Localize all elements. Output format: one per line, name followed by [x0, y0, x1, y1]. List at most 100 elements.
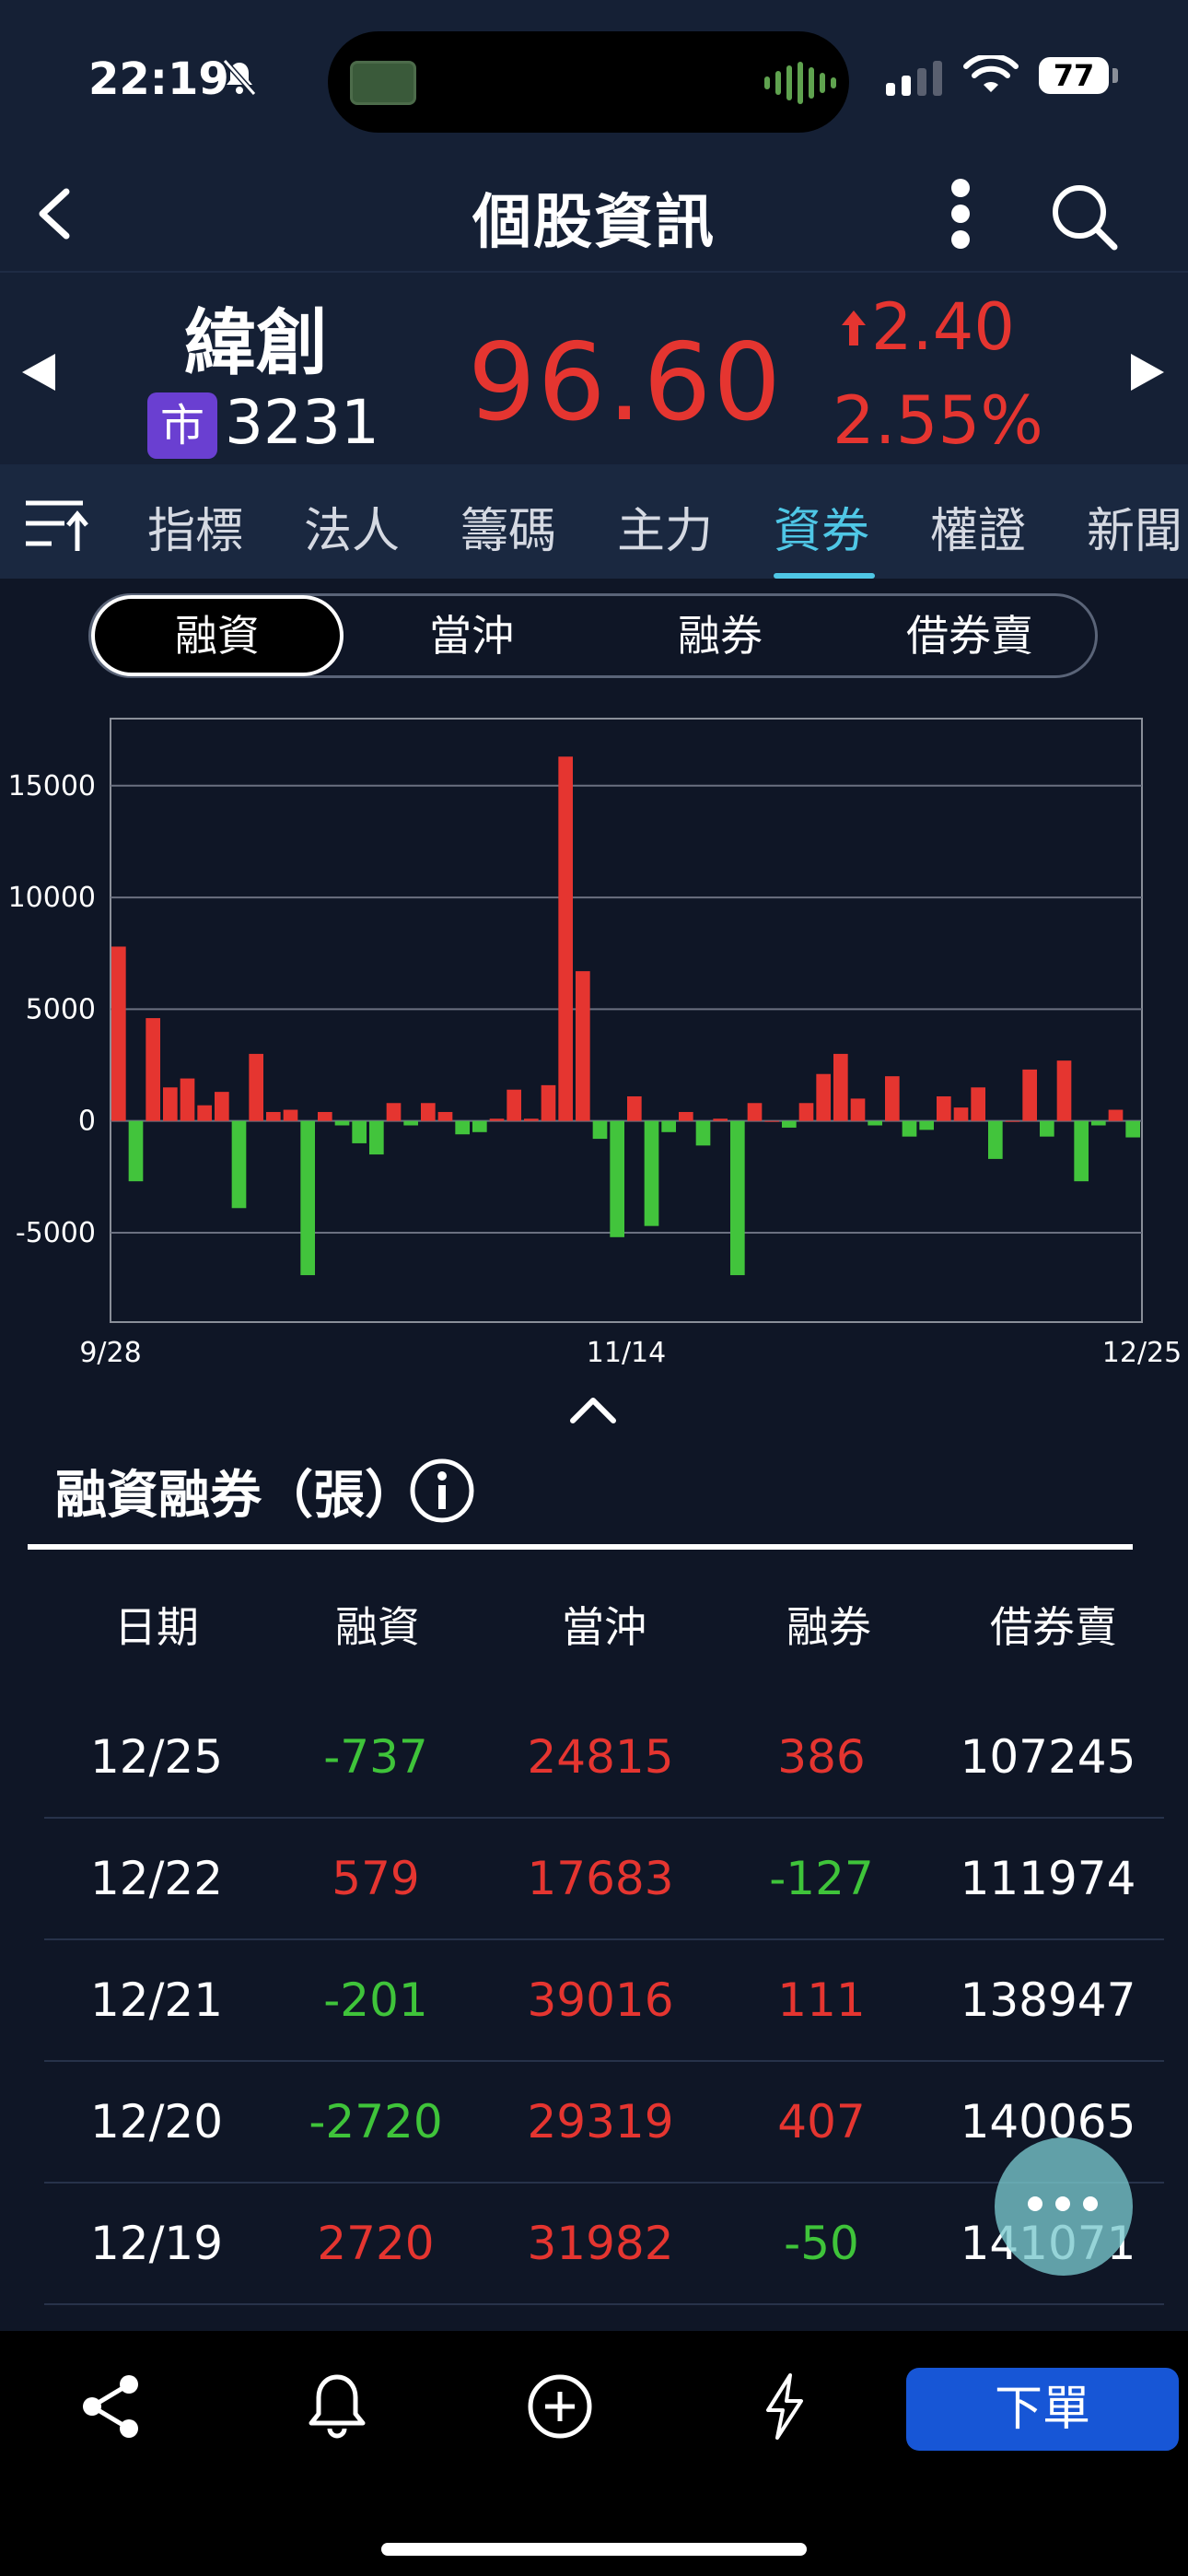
- next-stock-icon[interactable]: [1129, 352, 1166, 392]
- stock-name: 緯創: [184, 302, 329, 385]
- column-header-date: 日期: [114, 1602, 199, 1652]
- segmented-control: 融資 當沖 融券 借券賣: [88, 593, 1098, 678]
- table-row[interactable]: 12/22 579 17683 -127 111974: [44, 1819, 1164, 1940]
- chart-bar: [146, 1018, 160, 1121]
- cell-margin: -737: [323, 1730, 428, 1784]
- chart-bar: [1040, 1120, 1054, 1137]
- chart-bar: [610, 1120, 624, 1237]
- more-vertical-icon[interactable]: [947, 177, 974, 251]
- chart-bar: [953, 1107, 969, 1121]
- cell-short: -50: [784, 2217, 859, 2270]
- chart-bar: [489, 1118, 505, 1121]
- tab-indicators[interactable]: 指標: [147, 492, 243, 561]
- cell-margin: -2720: [309, 2095, 443, 2149]
- stock-code: 3231: [225, 387, 379, 458]
- chart-bar: [782, 1120, 797, 1128]
- chart-bar: [730, 1120, 745, 1276]
- chart-bar: [644, 1120, 659, 1226]
- cell-day-trade: 17683: [527, 1852, 674, 1905]
- chart-bar: [163, 1087, 178, 1121]
- cell-day-trade: 31982: [527, 2217, 674, 2270]
- y-tick-label: -5000: [16, 1217, 96, 1249]
- chart-bar: [283, 1109, 298, 1121]
- tab-chips[interactable]: 籌碼: [460, 492, 556, 561]
- cell-margin: 2720: [317, 2217, 435, 2270]
- cell-short: 386: [777, 1730, 866, 1784]
- tab-institutional[interactable]: 法人: [304, 492, 400, 561]
- bell-icon[interactable]: [300, 2370, 374, 2443]
- lightning-icon[interactable]: [748, 2370, 821, 2443]
- chart-bar: [1125, 1120, 1140, 1138]
- chart-bar: [627, 1095, 642, 1121]
- status-time: 22:19: [88, 53, 229, 105]
- chart-bar: [386, 1103, 402, 1121]
- cell-short: -127: [769, 1852, 874, 1905]
- audio-wave-icon: [764, 61, 836, 105]
- chevron-up-icon[interactable]: [567, 1393, 619, 1426]
- table-row[interactable]: 12/21 -201 39016 111 138947: [44, 1940, 1164, 2062]
- chart-bar: [747, 1103, 763, 1121]
- category-tabs: 指標 法人 籌碼 主力 資券 權證 新聞: [0, 464, 1188, 579]
- chart-bar: [679, 1111, 693, 1121]
- column-header-lending: 借券賣: [990, 1602, 1117, 1652]
- segment-day-trading[interactable]: 當沖: [347, 596, 596, 675]
- chart-bar: [455, 1120, 470, 1135]
- x-tick-label: 11/14: [587, 1337, 666, 1369]
- chart-bar: [1022, 1069, 1037, 1121]
- battery-tip: [1112, 68, 1118, 83]
- section-divider: [28, 1544, 1133, 1550]
- cell-date: 12/21: [89, 1973, 224, 2027]
- segment-securities-lending[interactable]: 借券賣: [844, 596, 1095, 675]
- y-tick-label: 15000: [8, 770, 96, 802]
- tab-margin-trading[interactable]: 資券: [774, 492, 869, 561]
- chart-bar: [576, 971, 590, 1121]
- page-title: 個股資訊: [472, 189, 716, 257]
- cell-date: 12/19: [89, 2217, 224, 2270]
- chart-bar: [231, 1120, 247, 1209]
- section-title: 融資融券（張）: [55, 1466, 416, 1526]
- place-order-button[interactable]: 下單: [906, 2368, 1179, 2451]
- chart-bar: [816, 1073, 831, 1121]
- chart-bar: [472, 1120, 487, 1132]
- y-tick-label: 0: [78, 1106, 96, 1138]
- chart-bar: [300, 1120, 315, 1276]
- table-row[interactable]: 12/25 -737 24815 386 107245: [44, 1697, 1164, 1819]
- chart-bar: [524, 1118, 539, 1121]
- tab-main-force[interactable]: 主力: [617, 492, 713, 561]
- chart-bar: [318, 1111, 332, 1121]
- cell-day-trade: 29319: [527, 2095, 674, 2149]
- add-circle-icon[interactable]: [523, 2370, 597, 2443]
- chart-bar: [833, 1053, 848, 1121]
- table-row[interactable]: 12/20 -2720 29319 407 140065: [44, 2062, 1164, 2184]
- cell-day-trade: 39016: [527, 1973, 674, 2027]
- x-tick-label: 12/25: [1102, 1337, 1182, 1369]
- column-header-day-trade: 當沖: [562, 1602, 646, 1652]
- segment-margin-purchase[interactable]: 融資: [91, 595, 344, 676]
- up-arrow-icon: [842, 310, 866, 345]
- chart-bar: [713, 1118, 728, 1121]
- price-change-percent: 2.55%: [833, 381, 1043, 459]
- y-tick-label: 10000: [8, 882, 96, 914]
- previous-stock-icon[interactable]: [20, 352, 57, 392]
- tab-warrants[interactable]: 權證: [930, 492, 1026, 561]
- bottom-toolbar: 下單: [0, 2331, 1188, 2576]
- title-bar: 個股資訊: [0, 157, 1188, 271]
- chart-bar: [971, 1087, 985, 1121]
- chart-bar: [111, 946, 126, 1121]
- chart-bar: [421, 1103, 436, 1121]
- chart-bar: [249, 1053, 263, 1121]
- chart-bar: [798, 1103, 814, 1121]
- segment-short-sale[interactable]: 融券: [596, 596, 844, 675]
- info-icon[interactable]: [409, 1458, 475, 1524]
- chart-bar: [661, 1120, 676, 1132]
- price-change: 2.40: [840, 289, 1015, 365]
- chart-bar: [197, 1105, 212, 1121]
- chart-bar: [352, 1120, 367, 1143]
- share-icon[interactable]: [76, 2370, 149, 2443]
- search-icon[interactable]: [1050, 182, 1120, 252]
- chart-bar: [868, 1120, 882, 1126]
- chart-bar: [937, 1095, 951, 1121]
- tab-news[interactable]: 新聞: [1087, 492, 1182, 561]
- chart-bar: [128, 1120, 144, 1182]
- sort-menu-icon[interactable]: [24, 496, 90, 555]
